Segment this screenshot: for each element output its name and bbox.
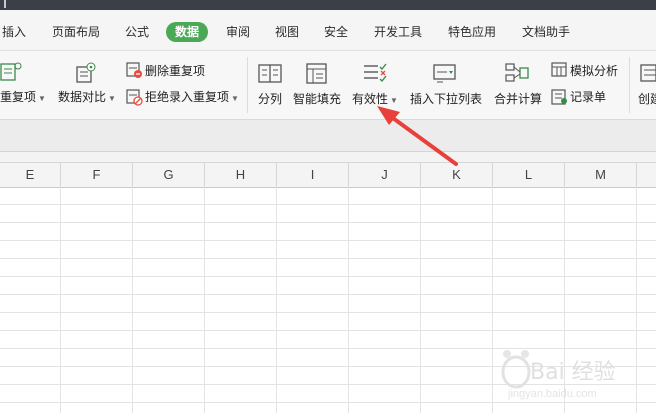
watermark-url: jingyan.baidu.com	[508, 388, 597, 400]
watermark-text: Bai 经验	[530, 360, 616, 385]
